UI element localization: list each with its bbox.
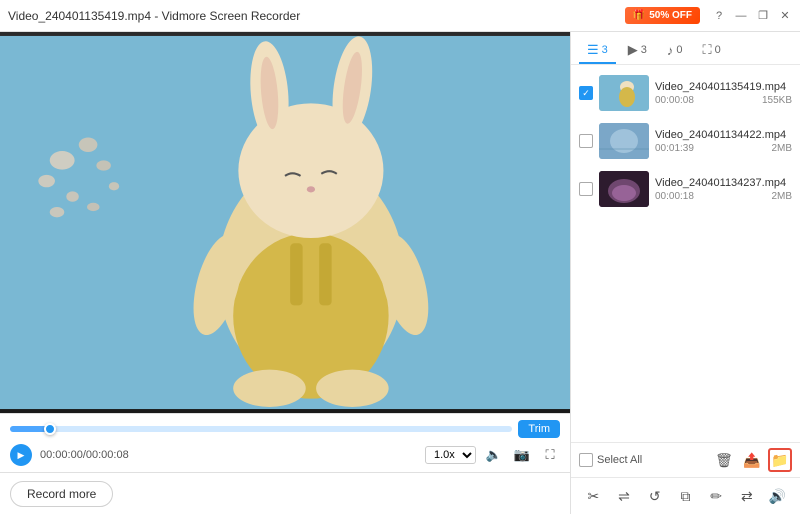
adjust-tool[interactable]: ⇌	[611, 483, 637, 509]
audio-count: 0	[676, 44, 682, 56]
current-time: 00:00:00	[40, 449, 83, 461]
file-size-3: 2MB	[771, 191, 792, 202]
tab-play[interactable]: ▶ 3	[620, 38, 655, 64]
file-name-3: Video_240401134237.mp4	[655, 177, 792, 189]
edit-tool[interactable]: ✏	[703, 483, 729, 509]
file-checkbox-1[interactable]: ✓	[579, 86, 593, 100]
total-time: 00:00:08	[86, 449, 129, 461]
seek-track[interactable]	[10, 426, 512, 432]
help-icon[interactable]: ?	[712, 9, 726, 23]
volume-icon[interactable]: 🔈	[484, 445, 504, 465]
video-count: 3	[602, 44, 608, 56]
gift-icon: 🎁	[633, 10, 645, 21]
file-size-2: 2MB	[771, 143, 792, 154]
seek-bar-row: Trim	[10, 420, 560, 438]
file-name-2: Video_240401134422.mp4	[655, 129, 792, 141]
promo-text: 50% OFF	[649, 10, 692, 21]
rotate-tool[interactable]: ↺	[642, 483, 668, 509]
file-checkbox-3[interactable]	[579, 182, 593, 196]
tab-video[interactable]: ☰ 3	[579, 38, 616, 64]
select-all-label: Select All	[597, 454, 708, 466]
folder-button[interactable]: 📁	[768, 448, 792, 472]
select-all-checkbox[interactable]	[579, 453, 593, 467]
file-meta-2: 00:01:39 2MB	[655, 143, 792, 154]
controls-area: Trim ▶ 00:00:00/00:00:08 1.0x 0.5x 1.5x …	[0, 413, 570, 472]
fullscreen-icon[interactable]: ⛶	[540, 445, 560, 465]
video-list-icon: ☰	[587, 42, 599, 58]
file-thumb-3	[599, 171, 649, 207]
play-count: 3	[641, 44, 647, 56]
cut-tool[interactable]: ✂	[580, 483, 606, 509]
export-button[interactable]: 📤	[740, 448, 764, 472]
video-frame	[0, 32, 570, 413]
list-item[interactable]: ✓ Video_240401135419.mp4 00:00:08 155KB	[571, 69, 800, 117]
record-more-button[interactable]: Record more	[10, 481, 113, 507]
title-bar: Video_240401135419.mp4 - Vidmore Screen …	[0, 0, 800, 32]
file-list: ✓ Video_240401135419.mp4 00:00:08 155KB	[571, 65, 800, 442]
file-meta-1: 00:00:08 155KB	[655, 95, 792, 106]
window-controls: ? — ❐ ✕	[712, 9, 792, 23]
seek-bar-container[interactable]	[10, 421, 512, 437]
delete-button[interactable]: 🗑	[712, 448, 736, 472]
close-button[interactable]: ✕	[778, 9, 792, 23]
tools-row: ✂ ⇌ ↺ ⧉ ✏ ⇄ 🔊	[571, 478, 800, 514]
left-panel: Trim ▶ 00:00:00/00:00:08 1.0x 0.5x 1.5x …	[0, 32, 570, 514]
tab-image[interactable]: ⛶ 0	[695, 38, 729, 64]
play-button[interactable]: ▶	[10, 444, 32, 466]
speed-select[interactable]: 1.0x 0.5x 1.5x 2.0x	[425, 446, 476, 464]
right-bottom: Select All 🗑 📤 📁 ✂ ⇌ ↺ ⧉ ✏ ⇄ 🔊	[571, 442, 800, 514]
file-meta-3: 00:00:18 2MB	[655, 191, 792, 202]
tab-audio[interactable]: ♪ 0	[659, 39, 691, 64]
camera-icon[interactable]: 📷	[512, 445, 532, 465]
promo-badge[interactable]: 🎁 50% OFF	[625, 7, 700, 24]
right-panel: ☰ 3 ▶ 3 ♪ 0 ⛶ 0 ✓	[570, 32, 800, 514]
file-thumb-2	[599, 123, 649, 159]
seek-thumb[interactable]	[44, 423, 56, 435]
minimize-button[interactable]: —	[734, 9, 748, 23]
file-duration-3: 00:00:18	[655, 191, 694, 202]
image-count: 0	[715, 44, 721, 56]
file-info-2: Video_240401134422.mp4 00:01:39 2MB	[655, 129, 792, 154]
audio-icon: ♪	[667, 43, 674, 58]
window-title: Video_240401135419.mp4 - Vidmore Screen …	[8, 9, 625, 23]
file-thumb-1	[599, 75, 649, 111]
list-item[interactable]: Video_240401134422.mp4 00:01:39 2MB	[571, 117, 800, 165]
copy-tool[interactable]: ⧉	[672, 483, 698, 509]
trim-button[interactable]: Trim	[518, 420, 560, 438]
main-content: Trim ▶ 00:00:00/00:00:08 1.0x 0.5x 1.5x …	[0, 32, 800, 514]
file-info-3: Video_240401134237.mp4 00:00:18 2MB	[655, 177, 792, 202]
video-content	[0, 32, 570, 413]
play-icon: ▶	[18, 450, 25, 461]
file-duration-2: 00:01:39	[655, 143, 694, 154]
volume-tool[interactable]: 🔊	[765, 483, 791, 509]
tab-bar: ☰ 3 ▶ 3 ♪ 0 ⛶ 0	[571, 32, 800, 65]
file-info-1: Video_240401135419.mp4 00:00:08 155KB	[655, 81, 792, 106]
file-name-1: Video_240401135419.mp4	[655, 81, 792, 93]
play-tab-icon: ▶	[628, 42, 638, 58]
video-area	[0, 32, 570, 413]
select-all-row: Select All 🗑 📤 📁	[571, 443, 800, 478]
file-size-1: 155KB	[762, 95, 792, 106]
image-icon: ⛶	[703, 42, 712, 58]
convert-tool[interactable]: ⇄	[734, 483, 760, 509]
time-display: 00:00:00/00:00:08	[40, 449, 129, 461]
restore-button[interactable]: ❐	[756, 9, 770, 23]
bottom-bar: Record more	[0, 472, 570, 514]
file-checkbox-2[interactable]	[579, 134, 593, 148]
file-duration-1: 00:00:08	[655, 95, 694, 106]
list-item[interactable]: Video_240401134237.mp4 00:00:18 2MB	[571, 165, 800, 213]
playback-row: ▶ 00:00:00/00:00:08 1.0x 0.5x 1.5x 2.0x …	[10, 444, 560, 466]
